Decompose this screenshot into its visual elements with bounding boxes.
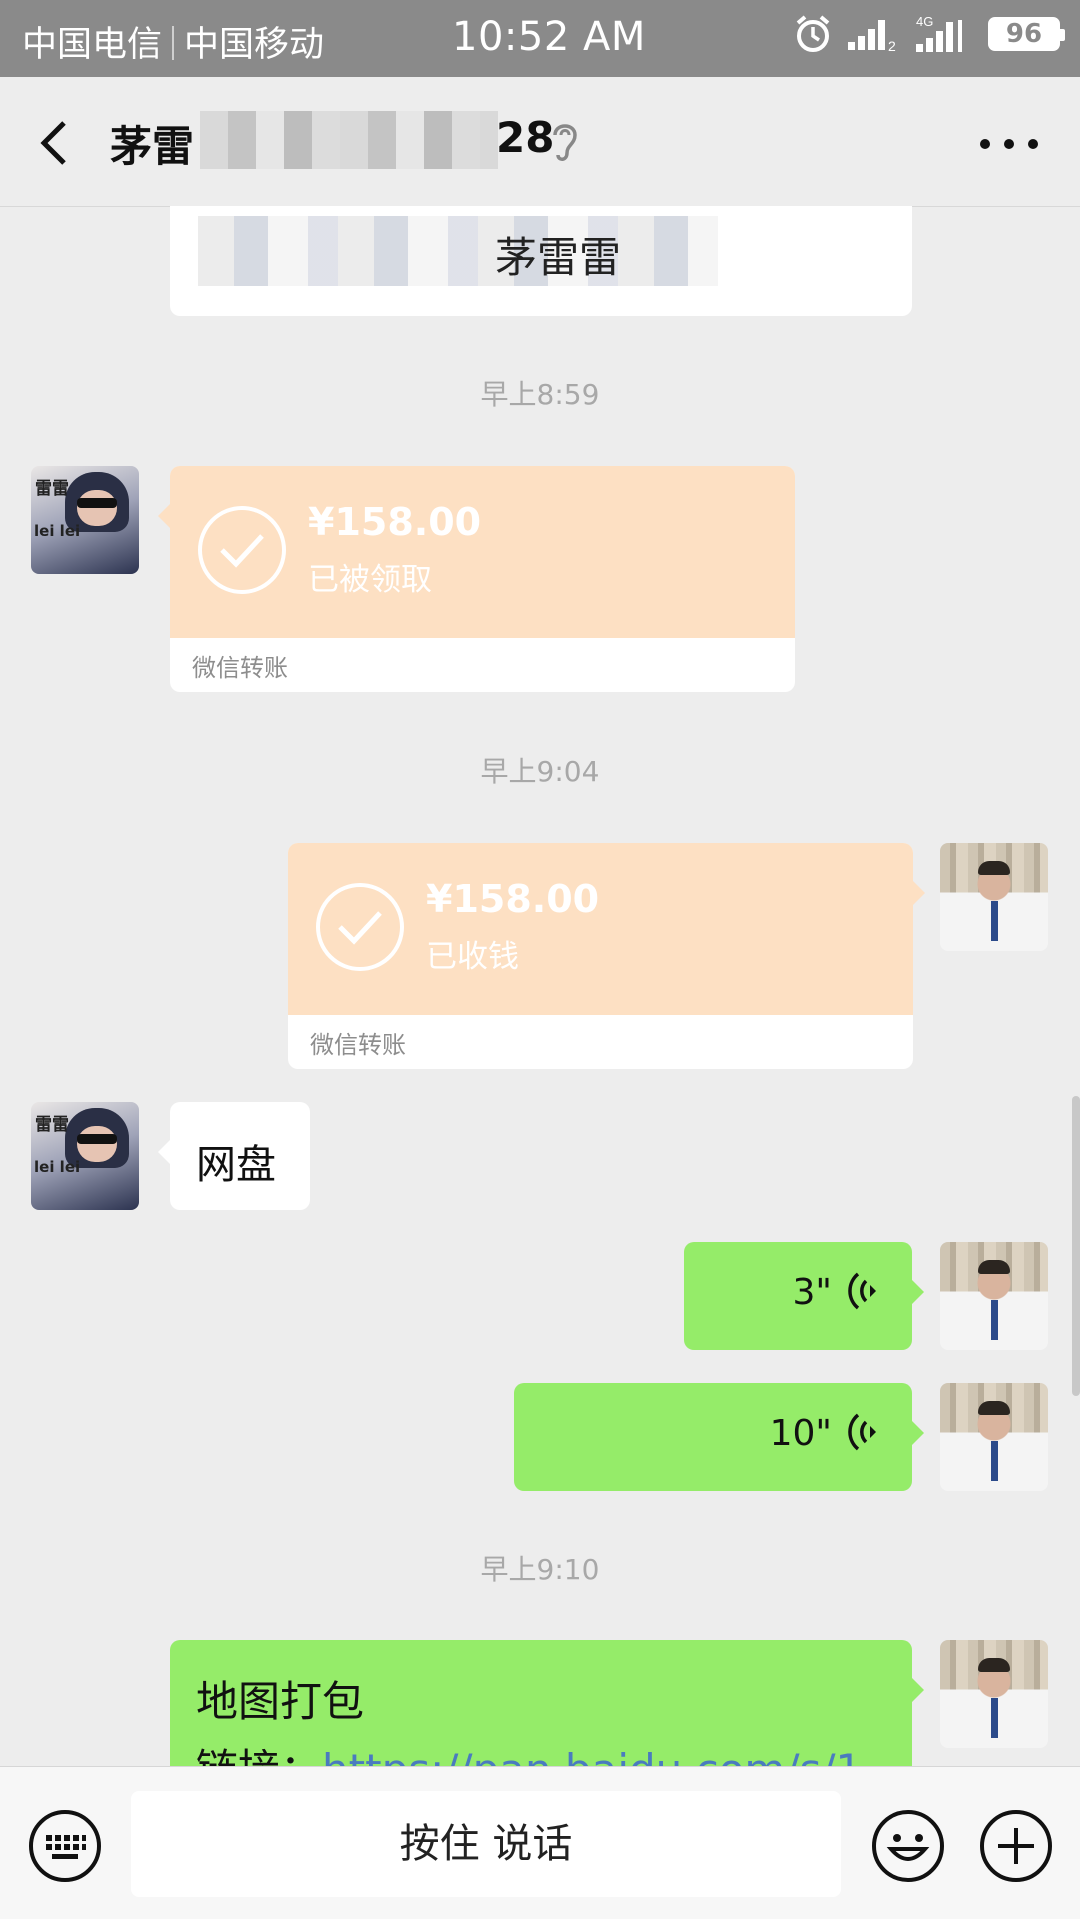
avatar-self[interactable] [940, 1640, 1048, 1748]
avatar-self[interactable] [940, 1383, 1048, 1491]
voice-message[interactable]: 10" [514, 1383, 924, 1491]
card-name: 茅雷雷 [495, 233, 622, 282]
transfer-amount: ¥158.00 [426, 877, 600, 921]
chat-header: 茅雷 28 [0, 77, 1080, 207]
avatar-contact[interactable]: 雷雷 lei lei [31, 1102, 139, 1210]
status-bar: 中国电信 中国移动 10:52 AM 2 4G 96 [0, 0, 1080, 77]
carrier-1: 中国电信 [22, 25, 163, 65]
transfer-message-received[interactable]: ¥158.00 已被领取 微信转账 [158, 466, 795, 692]
transfer-label: 微信转账 [192, 654, 288, 682]
message-link-line: 链接：https://pan.baidu.com/s/1 [196, 1736, 862, 1766]
battery-icon: 96 [988, 17, 1065, 51]
signal-icon-sim2: 4G [916, 14, 962, 52]
share-link[interactable]: https://pan.baidu.com/s/1 [322, 1745, 862, 1766]
carrier-separator [172, 26, 175, 60]
status-time: 10:52 AM [452, 14, 646, 60]
network-type: 4G [916, 14, 933, 29]
voice-duration: 10" [769, 1413, 832, 1454]
voice-duration: 3" [792, 1272, 832, 1313]
timestamp: 早上8:59 [480, 378, 600, 411]
voice-wave-icon [848, 1413, 876, 1451]
transfer-status: 已被领取 [308, 562, 432, 598]
back-icon[interactable] [28, 113, 88, 173]
link-message[interactable]: 地图打包 链接：https://pan.baidu.com/s/1 [170, 1640, 924, 1766]
link-prefix: 链接： [196, 1745, 322, 1766]
avatar-self[interactable] [940, 1242, 1048, 1350]
hold-to-talk-button[interactable]: 按住 说话 [131, 1791, 841, 1897]
check-circle-icon [198, 506, 286, 594]
alarm-icon [796, 15, 830, 52]
avatar-text: lei lei [34, 522, 81, 540]
avatar-text: 雷雷 [35, 1115, 69, 1135]
transfer-status: 已收钱 [426, 939, 519, 975]
title-redaction [200, 111, 498, 169]
sim1-label: 2 [888, 38, 896, 52]
timestamp: 早上9:10 [480, 1553, 600, 1586]
signal-icon-sim1: 2 [848, 20, 896, 52]
carrier-info: 中国电信 中国移动 [22, 16, 324, 67]
check-circle-icon [316, 883, 404, 971]
carrier-2: 中国移动 [184, 25, 325, 65]
timestamp: 早上9:04 [480, 755, 600, 788]
keyboard-icon[interactable] [28, 1809, 102, 1883]
message-text: 网盘 [196, 1142, 276, 1188]
chat-title: 茅雷 [110, 122, 195, 171]
status-icons: 2 4G 96 [794, 14, 1065, 54]
card-redaction [198, 216, 718, 286]
voice-message[interactable]: 3" [684, 1242, 924, 1350]
more-icon[interactable] [978, 137, 1040, 151]
emoji-icon[interactable] [871, 1809, 945, 1883]
transfer-message-sent[interactable]: ¥158.00 已收钱 微信转账 [288, 843, 925, 1069]
transfer-label: 微信转账 [310, 1031, 406, 1059]
avatar-self[interactable] [940, 843, 1048, 951]
add-icon[interactable] [979, 1809, 1053, 1883]
message-card-partial[interactable]: 茅雷雷 [170, 206, 912, 316]
text-message-received[interactable]: 网盘 [158, 1102, 310, 1210]
avatar-text: 雷雷 [35, 479, 69, 499]
transfer-amount: ¥158.00 [308, 500, 482, 544]
avatar-contact[interactable]: 雷雷 lei lei [31, 466, 139, 574]
earpiece-mode-icon [553, 124, 577, 161]
chat-area[interactable]: 茅雷雷 早上8:59 雷雷 lei lei ¥158.00 已被领取 微信转账 … [0, 206, 1080, 1766]
voice-wave-icon [848, 1272, 876, 1310]
scrollbar[interactable] [1072, 1096, 1080, 1396]
message-title: 地图打包 [196, 1677, 365, 1726]
input-bar: 按住 说话 [0, 1766, 1080, 1919]
avatar-text: lei lei [34, 1158, 81, 1176]
